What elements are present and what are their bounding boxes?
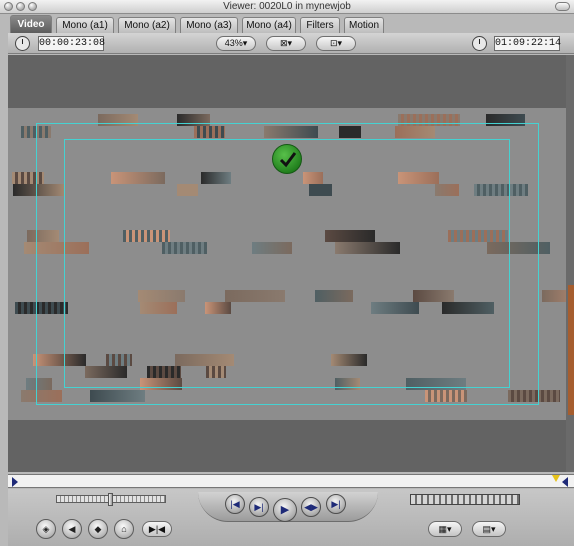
viewer-window: Viewer: 0020L0 in mynewjob Video Mono (a… [0,0,574,546]
video-canvas[interactable] [8,55,566,472]
current-timecode[interactable]: 01:09:22:14 [494,36,561,51]
duration-timecode[interactable]: 00:00:23:08 [38,36,105,51]
add-keyframe-icon[interactable]: ⌂ [114,519,134,539]
match-frame-icon[interactable]: ◈ [36,519,56,539]
video-glitch-strip [542,290,566,302]
title-safe-overlay [64,139,510,388]
out-point-icon [562,477,568,487]
adjacent-window-edge [566,55,574,472]
view-popup[interactable]: ⊠▾ [266,36,306,51]
tab-video[interactable]: Video [10,15,52,33]
tab-motion[interactable]: Motion [344,17,384,33]
view-overlay-icon: ⊠ [279,38,288,48]
title-bar: Viewer: 0020L0 in mynewjob [0,0,574,14]
current-time-clock-icon [472,36,487,51]
window-title: Viewer: 0020L0 in mynewjob [223,1,351,12]
chevron-down-icon: ▾ [337,38,343,48]
mark-in-icon[interactable]: ◀ [62,519,82,539]
scrubber-bar[interactable] [8,474,574,488]
tab-mono-a3[interactable]: Mono (a3) [180,17,238,33]
chevron-down-icon: ▾ [287,38,293,48]
jog-control[interactable] [56,493,166,506]
playhead-icon[interactable] [552,475,560,482]
chevron-down-icon: ▾ [242,38,248,48]
rendered-status-check-icon [272,144,302,174]
zoom-popup[interactable]: 43%▾ [216,36,256,51]
mark-out-split-icon[interactable]: ▶|◀ [142,521,172,537]
transport-controls: |◀ ▶| ▶ ◀▶ ▶| ◈ ◀ ◆ ⌂ ▶|◀ ▦▾ ▤▾ [8,489,574,546]
play-in-to-out-icon[interactable]: ▶| [249,497,269,517]
previous-edit-icon[interactable]: |◀ [225,494,245,514]
tab-mono-a1[interactable]: Mono (a1) [56,17,114,33]
in-point-icon [12,477,18,487]
mark-clip-icon[interactable]: ◆ [88,519,108,539]
viewer-control-bar: 00:00:23:08 43%▾ ⊠▾ ⊡▾ 01:09:22:14 [8,33,574,54]
play-icon[interactable]: ▶ [273,498,297,522]
play-around-current-icon[interactable]: ◀▶ [301,497,321,517]
tab-bar: Video Mono (a1) Mono (a2) Mono (a3) Mono… [8,15,574,33]
tab-filters[interactable]: Filters [300,17,340,33]
toolbar-toggle-icon[interactable] [555,2,570,11]
overlay-popup[interactable]: ▤▾ [472,521,506,537]
duration-clock-icon [15,36,30,51]
display-mode-popup[interactable]: ⊡▾ [316,36,356,51]
jog-handle[interactable] [108,493,113,506]
tab-mono-a4[interactable]: Mono (a4) [242,17,296,33]
next-edit-icon[interactable]: ▶| [326,494,346,514]
zoom-popup-label: 43% [224,38,243,48]
display-mode-icon: ⊡ [329,38,338,48]
marker-popup[interactable]: ▦▾ [428,521,462,537]
tab-mono-a2[interactable]: Mono (a2) [118,17,176,33]
shuttle-control[interactable] [410,494,520,505]
